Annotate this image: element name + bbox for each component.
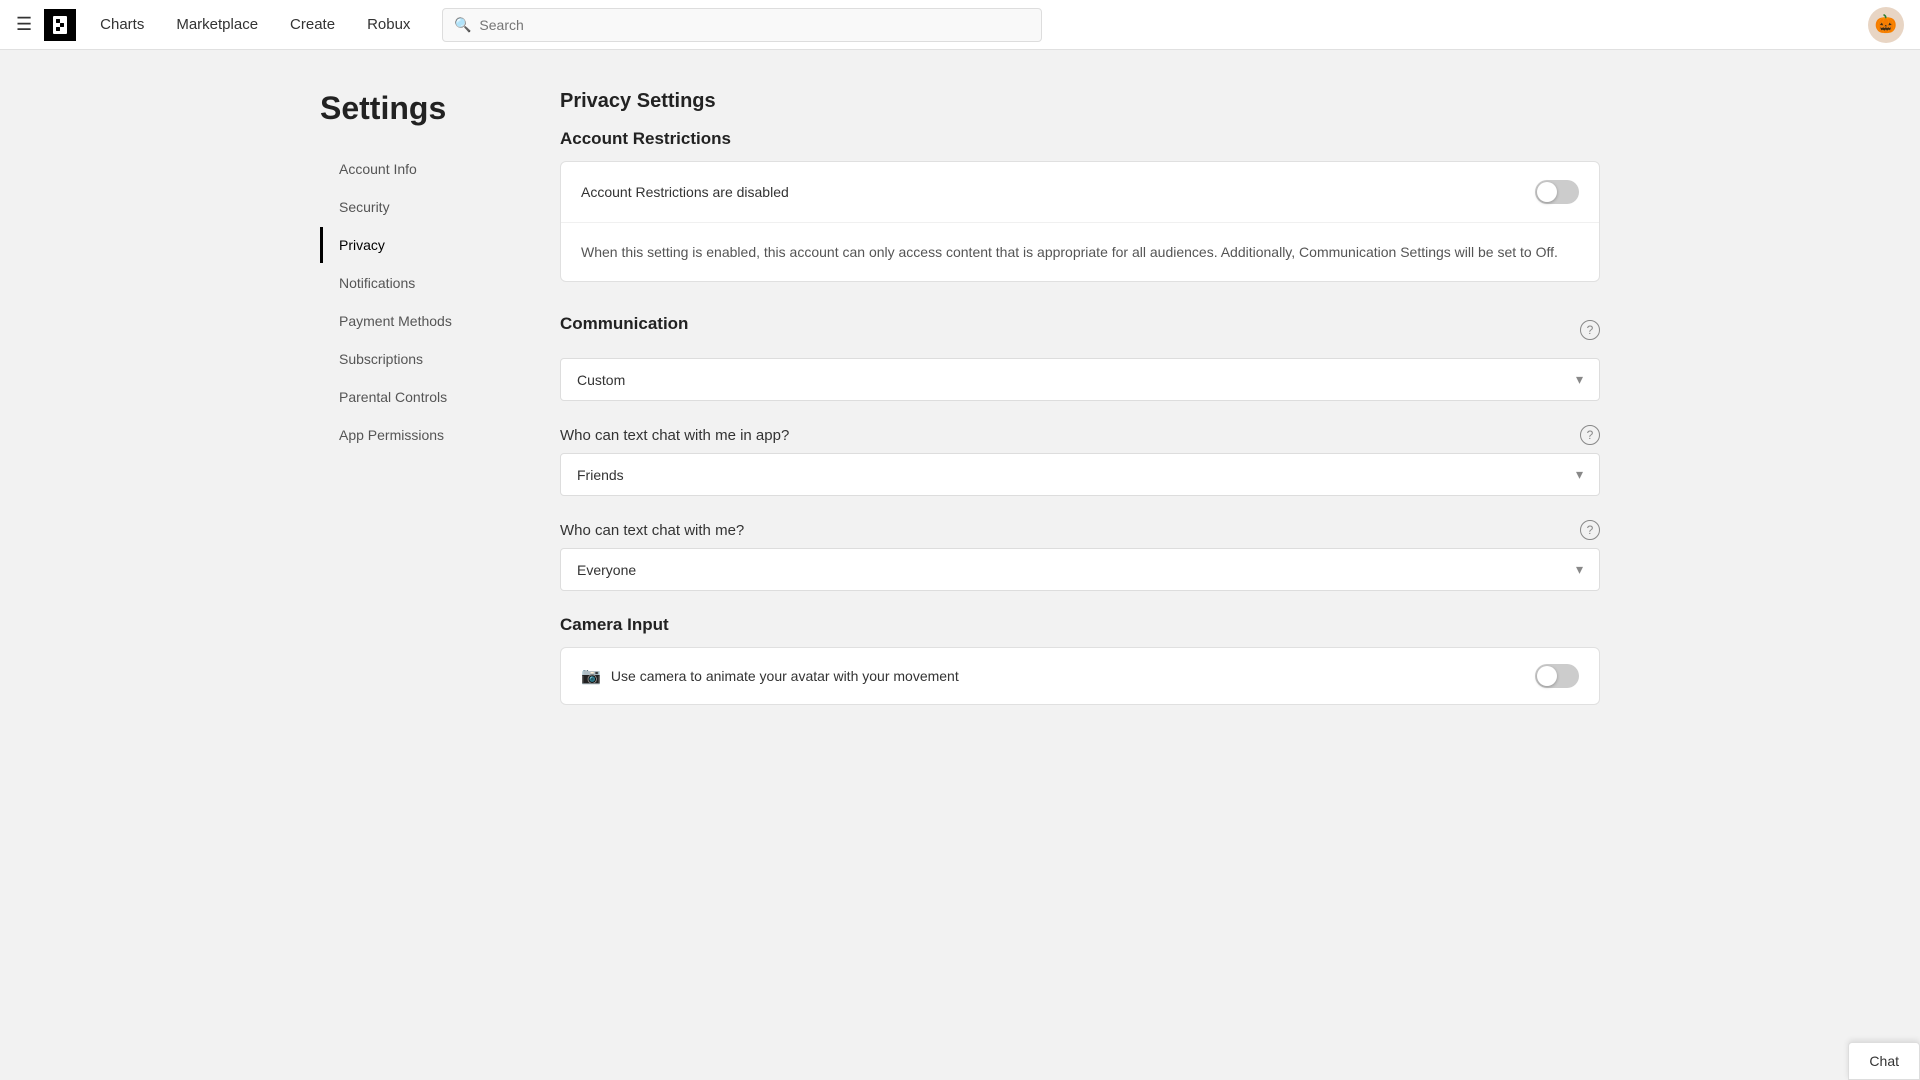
privacy-settings-title: Privacy Settings — [560, 90, 1600, 113]
text-chat-in-app-label-row: Who can text chat with me in app? ? — [560, 425, 1600, 445]
nav-link-create[interactable]: Create — [290, 16, 335, 33]
camera-input-text: Use camera to animate your avatar with y… — [611, 668, 959, 684]
page-title: Settings — [320, 90, 520, 127]
text-chat-label: Who can text chat with me? — [560, 522, 744, 539]
sidebar-item-notifications[interactable]: Notifications — [320, 265, 500, 301]
nav-links: Charts Marketplace Create Robux — [100, 16, 410, 33]
account-restrictions-toggle-label: Account Restrictions are disabled — [581, 184, 789, 200]
search-input[interactable] — [442, 8, 1042, 42]
camera-input-section: Camera Input 📷 Use camera to animate you… — [560, 615, 1600, 705]
account-restrictions-row: Account Restrictions are disabled — [561, 162, 1599, 223]
sidebar-item-parental-controls[interactable]: Parental Controls — [320, 379, 500, 415]
sidebar-item-privacy[interactable]: Privacy — [320, 227, 500, 263]
chevron-down-icon: ▾ — [1576, 371, 1583, 388]
text-chat-in-app-help-icon[interactable]: ? — [1580, 425, 1600, 445]
text-chat-in-app-label: Who can text chat with me in app? — [560, 427, 789, 444]
account-restrictions-section: Account Restrictions Account Restriction… — [560, 129, 1600, 282]
sidebar-item-account-info[interactable]: Account Info — [320, 151, 500, 187]
communication-title: Communication — [560, 314, 688, 334]
communication-help-icon[interactable]: ? — [1580, 320, 1600, 340]
camera-input-label: 📷 Use camera to animate your avatar with… — [581, 666, 959, 686]
page-header: Settings — [320, 90, 520, 127]
hamburger-menu-button[interactable]: ☰ — [16, 14, 32, 35]
account-restrictions-toggle[interactable] — [1535, 180, 1579, 204]
account-restrictions-description: When this setting is enabled, this accou… — [561, 223, 1599, 281]
user-avatar[interactable]: 🎃 — [1868, 7, 1904, 43]
communication-dropdown-value: Custom — [577, 372, 625, 388]
account-restrictions-title: Account Restrictions — [560, 129, 1600, 149]
nav-right: 🎃 — [1868, 7, 1904, 43]
communication-section: Communication ? Custom ▾ — [560, 314, 1600, 401]
sidebar-item-payment-methods[interactable]: Payment Methods — [320, 303, 500, 339]
account-restrictions-card: Account Restrictions are disabled When t… — [560, 161, 1600, 282]
communication-header: Communication ? — [560, 314, 1600, 346]
text-chat-in-app-dropdown[interactable]: Friends ▾ — [560, 453, 1600, 496]
camera-input-title: Camera Input — [560, 615, 1600, 635]
text-chat-label-row: Who can text chat with me? ? — [560, 520, 1600, 540]
text-chat-section: Who can text chat with me? ? Everyone ▾ — [560, 520, 1600, 591]
nav-link-charts[interactable]: Charts — [100, 16, 144, 33]
sidebar-item-security[interactable]: Security — [320, 189, 500, 225]
search-container: 🔍 — [442, 8, 1042, 42]
navbar: ☰ Charts Marketplace Create Robux 🔍 🎃 — [0, 0, 1920, 50]
camera-input-card: 📷 Use camera to animate your avatar with… — [560, 647, 1600, 705]
text-chat-help-icon[interactable]: ? — [1580, 520, 1600, 540]
communication-dropdown[interactable]: Custom ▾ — [560, 358, 1600, 401]
chevron-down-icon-3: ▾ — [1576, 561, 1583, 578]
chat-button[interactable]: Chat — [1848, 1042, 1920, 1080]
nav-link-robux[interactable]: Robux — [367, 16, 410, 33]
content-area: Privacy Settings Account Restrictions Ac… — [560, 90, 1600, 705]
main-container: Settings Account Info Security Privacy N… — [260, 50, 1660, 745]
roblox-logo[interactable] — [44, 9, 76, 41]
camera-icon: 📷 — [581, 666, 601, 686]
text-chat-in-app-value: Friends — [577, 467, 624, 483]
camera-input-toggle[interactable] — [1535, 664, 1579, 688]
sidebar-item-app-permissions[interactable]: App Permissions — [320, 417, 500, 453]
chevron-down-icon-2: ▾ — [1576, 466, 1583, 483]
text-chat-in-app-section: Who can text chat with me in app? ? Frie… — [560, 425, 1600, 496]
sidebar: Account Info Security Privacy Notificati… — [320, 151, 500, 455]
text-chat-value: Everyone — [577, 562, 636, 578]
sidebar-item-subscriptions[interactable]: Subscriptions — [320, 341, 500, 377]
nav-link-marketplace[interactable]: Marketplace — [176, 16, 258, 33]
text-chat-dropdown[interactable]: Everyone ▾ — [560, 548, 1600, 591]
search-icon: 🔍 — [454, 16, 471, 33]
